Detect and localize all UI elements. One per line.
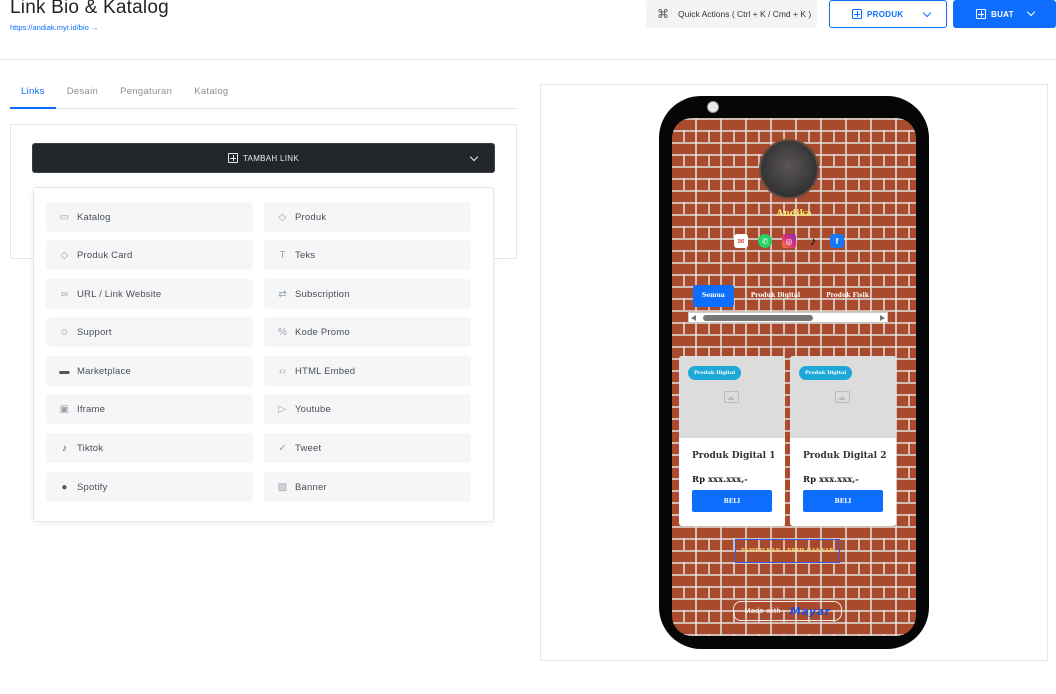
folder-icon: ▭ [59,211,70,223]
repeat-icon: ⇄ [278,288,287,300]
buat-button[interactable]: BUAT [953,0,1056,28]
produk-label: PRODUK [867,9,904,19]
dropdown-item-youtube[interactable]: ▷ Youtube [264,394,471,424]
made-with-label: Made with [744,607,781,615]
dropdown-item-katalog[interactable]: ▭ Katalog [46,202,253,232]
tab-katalog[interactable]: Katalog [183,80,239,109]
quick-actions-button[interactable]: ⌘ Quick Actions ( Ctrl + K / Cmd + K ) [646,0,817,28]
chevron-down-icon [922,8,932,18]
page-title: Link Bio & Katalog [10,0,169,18]
phone-screen: Andika ✉ ✆ ◎ ♪ f Semua Produk Digital Pr… [672,118,916,636]
buy-button[interactable]: BELI [692,490,772,512]
link-type-dropdown: ▭ Katalog ◇ Produk ◇ Produk Card T Teks ∞ URL… [33,187,494,522]
category-tab-produk-fisik[interactable]: Produk Fisik [817,285,878,307]
social-icons: ✉ ✆ ◎ ♪ f [734,234,844,248]
product-price: Rp xxx.xxx,- [692,475,748,485]
dropdown-item-subscription[interactable]: ⇄ Subscription [264,279,471,309]
dropdown-item-html-embed[interactable]: ‹› HTML Embed [264,356,471,386]
dropdown-item-support[interactable]: ☺ Support [46,317,253,347]
dropdown-item-teks[interactable]: T Teks [264,240,471,270]
smile-icon: ☺ [59,326,70,338]
command-icon: ⌘ [657,7,669,21]
dropdown-item-banner[interactable]: ▨ Banner [264,472,471,502]
percent-icon: % [277,326,288,338]
dropdown-item-tweet[interactable]: ✓ Tweet [264,433,471,463]
plus-square-icon [227,153,238,163]
spotify-icon: ● [61,481,68,493]
product-image-placeholder: Produk Digital [790,356,896,438]
tab-pengaturan[interactable]: Pengaturan [109,80,183,109]
tiktok-icon[interactable]: ♪ [806,234,820,248]
facebook-icon[interactable]: f [830,234,844,248]
chevron-down-icon [1026,7,1036,17]
avatar [759,139,819,199]
youtube-icon: ▷ [278,403,287,415]
tab-links[interactable]: Links [10,80,56,109]
profile-name: Andika [776,209,812,219]
dropdown-item-produk[interactable]: ◇ Produk [264,202,471,232]
scroll-left-arrow-icon[interactable] [691,315,696,321]
image-icon [835,391,850,403]
category-scrollbar[interactable] [688,312,888,323]
dropdown-item-produk-card[interactable]: ◇ Produk Card [46,240,253,270]
calendar-icon: ▣ [59,403,70,415]
text-icon: T [279,249,286,261]
product-price: Rp xxx.xxx,- [803,475,859,485]
dropdown-item-tiktok[interactable]: ♪ Tiktok [46,433,253,463]
brand-logo: Mayar [789,604,831,618]
dropdown-item-iframe[interactable]: ▣ Iframe [46,394,253,424]
quick-actions-label: Quick Actions ( Ctrl + K / Cmd + K ) [678,9,812,19]
dropdown-item-spotify[interactable]: ● Spotify [46,472,253,502]
produk-button[interactable]: PRODUK [829,0,947,28]
product-name: Produk Digital 1 [692,451,776,461]
dropdown-item-url[interactable]: ∞ URL / Link Website [46,279,253,309]
dropdown-item-marketplace[interactable]: ▬ Marketplace [46,356,253,386]
phone-camera [707,101,719,113]
dropdown-item-kode-promo[interactable]: % Kode Promo [264,317,471,347]
link-icon: ∞ [60,288,69,300]
code-icon: ‹› [278,365,287,377]
tag-icon: ◇ [60,249,69,261]
category-tab-produk-digital[interactable]: Produk Digital [742,285,809,307]
buat-label: BUAT [991,9,1014,19]
scroll-right-arrow-icon[interactable] [880,315,885,321]
product-image-placeholder: Produk Digital [679,356,785,438]
editor-tabs: Links Desain Pengaturan Katalog [10,80,517,109]
scrollbar-thumb[interactable] [703,315,813,321]
product-badge: Produk Digital [688,366,742,380]
add-link-button[interactable]: TAMBAH LINK [32,143,495,173]
made-with-badge[interactable]: Made with Mayar [733,601,842,621]
product-card[interactable]: Produk Digital Produk Digital 1 Rp xxx.x… [679,356,785,526]
bio-url-link[interactable]: https://andiak.myr.id/bio → [10,23,98,32]
plus-square-icon [976,9,986,19]
product-card[interactable]: Produk Digital Produk Digital 2 Rp xxx.x… [790,356,896,526]
category-tab-semua[interactable]: Semua [693,285,734,307]
image-icon: ▨ [277,481,288,493]
tab-desain[interactable]: Desain [56,80,109,109]
tiktok-icon: ♪ [61,442,68,454]
add-link-label: TAMBAH LINK [242,153,300,163]
category-tabs: Semua Produk Digital Produk Fisik [693,285,886,307]
show-more-button[interactable]: TAMPILKAN LEBIH BANYAK [735,539,840,563]
product-name: Produk Digital 2 [803,451,887,461]
tag-icon: ◇ [278,211,287,223]
store-icon: ▬ [59,365,70,377]
image-icon [724,391,739,403]
twitter-icon: ✓ [278,442,287,454]
whatsapp-icon[interactable]: ✆ [758,234,772,248]
chevron-down-icon [469,152,479,162]
mail-icon[interactable]: ✉ [734,234,748,248]
plus-square-icon [852,9,862,19]
instagram-icon[interactable]: ◎ [782,234,796,248]
product-badge: Produk Digital [799,366,853,380]
buy-button[interactable]: BELI [803,490,883,512]
